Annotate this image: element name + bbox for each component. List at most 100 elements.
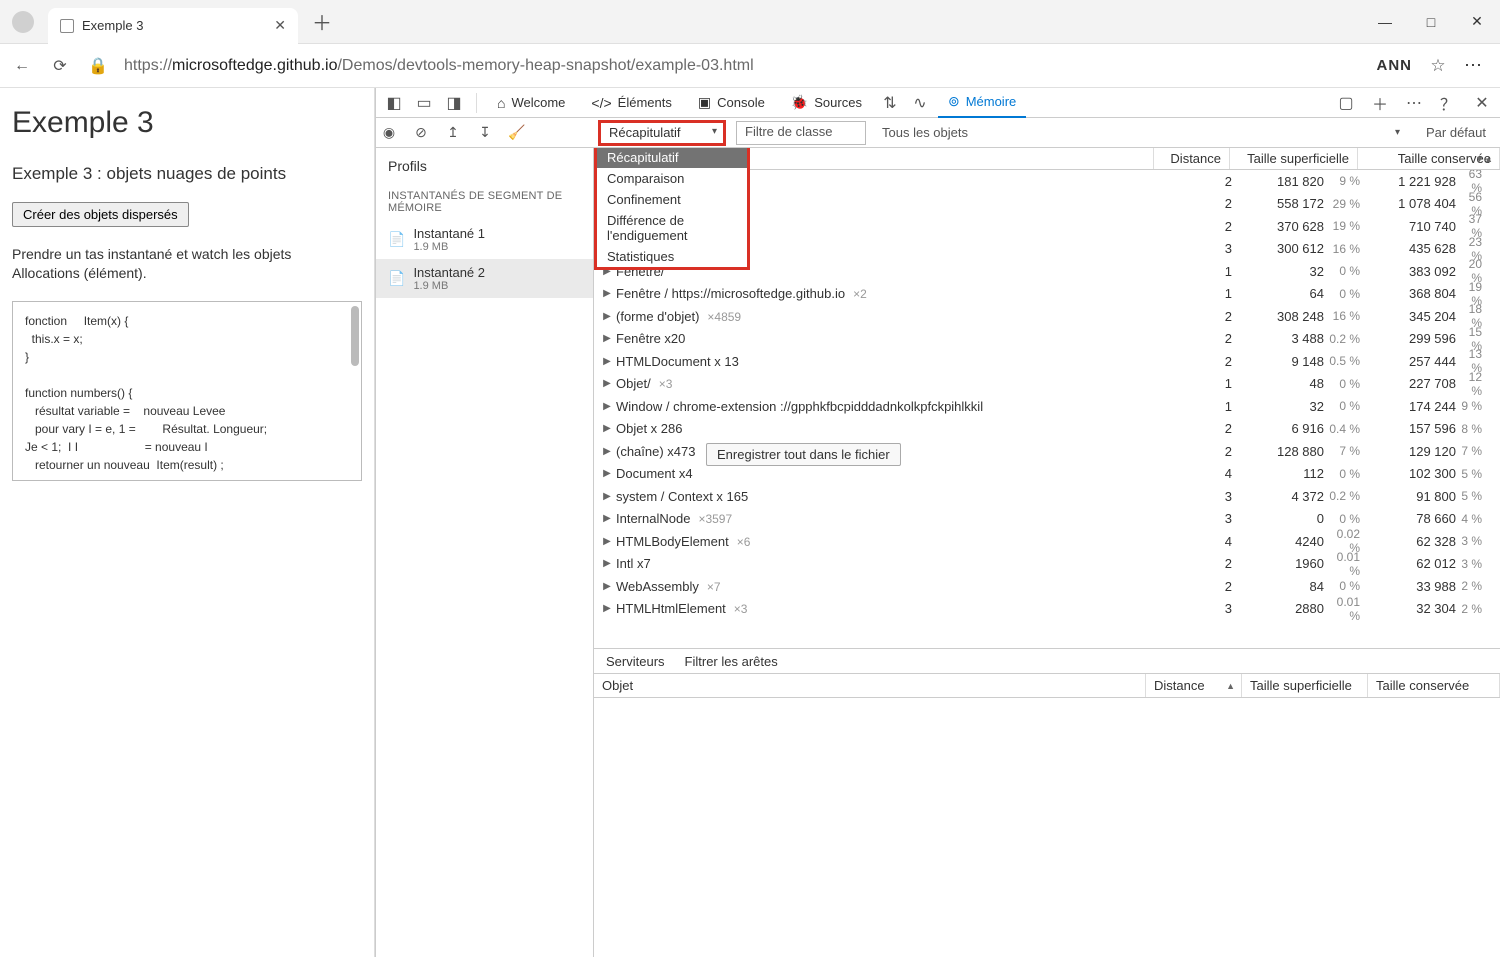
devtools-panel: ◧ ▭ ◨ ⌂Welcome </>Éléments ▣Console 🐞Sou…: [375, 88, 1500, 957]
table-row[interactable]: ▶system / Context x 16534 3720.2 %91 800…: [594, 485, 1500, 508]
col-ret-shallow[interactable]: Taille superficielle: [1242, 674, 1368, 697]
retainers-body: [594, 698, 1500, 957]
table-row[interactable]: ▶Intl x7219600.01 %62 0123 %: [594, 553, 1500, 576]
col-shallow-size[interactable]: Taille superficielle: [1230, 148, 1358, 169]
network-icon[interactable]: ⇅: [878, 91, 902, 115]
expand-icon[interactable]: ▶: [600, 536, 614, 547]
dropdown-option[interactable]: Récapitulatif: [597, 148, 747, 168]
heap-grid: RécapitulatifComparaisonConfinementDiffé…: [594, 148, 1500, 957]
tab-console[interactable]: ▣Console: [688, 88, 775, 118]
add-panel-icon[interactable]: ＋: [1368, 91, 1392, 115]
profiles-sidebar: Profils INSTANTANÉS DE SEGMENT DE MÉMOIR…: [376, 148, 594, 957]
drawer-icon[interactable]: ▢: [1334, 91, 1358, 115]
tab-sources[interactable]: 🐞Sources: [781, 88, 872, 118]
url-field[interactable]: https://microsoftedge.github.io/Demos/de…: [124, 57, 1363, 75]
sort-icon: ▼▲: [1475, 154, 1493, 164]
retainers-tab[interactable]: Serviteurs: [606, 654, 665, 669]
maximize-button[interactable]: □: [1408, 0, 1454, 44]
browser-tab[interactable]: Exemple 3 ✕: [48, 8, 298, 44]
objects-filter-select[interactable]: Tous les objets: [872, 125, 1420, 140]
dropdown-option[interactable]: Différence de l'endiguement: [597, 210, 747, 246]
window-titlebar: Exemple 3 ✕ ＋ — □ ✕: [0, 0, 1500, 44]
clear-icon[interactable]: ⊘: [408, 124, 434, 141]
expand-icon[interactable]: ▶: [600, 558, 614, 569]
expand-icon[interactable]: ▶: [600, 468, 614, 479]
expand-icon[interactable]: ▶: [600, 581, 614, 592]
col-distance[interactable]: Distance: [1154, 148, 1230, 169]
dropdown-option[interactable]: Confinement: [597, 189, 747, 210]
inspect-icon[interactable]: ◧: [382, 91, 406, 115]
default-label[interactable]: Par défaut: [1426, 125, 1500, 140]
expand-icon[interactable]: ▶: [600, 333, 614, 344]
view-dropdown[interactable]: RécapitulatifComparaisonConfinementDiffé…: [594, 148, 750, 270]
expand-icon[interactable]: ▶: [600, 356, 614, 367]
table-row[interactable]: ▶Fenêtre / https://microsoftedge.github.…: [594, 283, 1500, 306]
profile-name[interactable]: ANN: [1377, 57, 1413, 74]
snapshot-icon: 📄: [388, 231, 405, 248]
lock-icon[interactable]: 🔒: [86, 54, 110, 78]
dropdown-option[interactable]: Comparaison: [597, 168, 747, 189]
refresh-button[interactable]: ⟳: [48, 54, 72, 78]
close-tab-icon[interactable]: ✕: [274, 17, 286, 34]
console-icon: ▣: [698, 94, 711, 111]
more-menu-icon[interactable]: ⋯: [1464, 55, 1484, 76]
minimize-button[interactable]: —: [1362, 0, 1408, 44]
expand-icon[interactable]: ▶: [600, 491, 614, 502]
col-retained-size[interactable]: Taille conservée▼▲: [1358, 148, 1500, 169]
upload-icon[interactable]: ↥: [440, 124, 466, 141]
new-tab-button[interactable]: ＋: [306, 7, 338, 36]
expand-icon[interactable]: ▶: [600, 311, 614, 322]
expand-icon[interactable]: ▶: [600, 288, 614, 299]
page-icon: [60, 19, 74, 33]
expand-icon[interactable]: ▶: [600, 423, 614, 434]
page-description: Prendre un tas instantané et watch les o…: [12, 245, 362, 283]
back-button[interactable]: ←: [10, 54, 34, 78]
snapshot-icon: 📄: [388, 270, 405, 287]
close-devtools-icon[interactable]: ✕: [1470, 91, 1494, 115]
device-icon[interactable]: ▭: [412, 91, 436, 115]
col-ret-distance[interactable]: Distance▲: [1146, 674, 1242, 697]
col-object[interactable]: Objet: [594, 674, 1146, 697]
close-window-button[interactable]: ✕: [1454, 0, 1500, 44]
table-row[interactable]: ▶HTMLDocument x 1329 1480.5 %257 44413 %: [594, 350, 1500, 373]
dropdown-option[interactable]: Statistiques: [597, 246, 747, 267]
snapshot-item[interactable]: 📄Instantané 11.9 MB: [376, 220, 593, 259]
expand-icon[interactable]: ▶: [600, 603, 614, 614]
expand-icon[interactable]: ▶: [600, 513, 614, 524]
class-filter-input[interactable]: Filtre de classe: [736, 121, 866, 145]
table-row[interactable]: ▶Objet/×31480 %227 70812 %: [594, 373, 1500, 396]
record-icon[interactable]: ◉: [376, 124, 402, 141]
heap-snapshots-heading: INSTANTANÉS DE SEGMENT DE MÉMOIRE: [376, 184, 593, 220]
page-title: Exemple 3: [12, 106, 362, 140]
code-icon: </>: [591, 95, 611, 111]
expand-icon[interactable]: ▶: [600, 378, 614, 389]
expand-icon[interactable]: ▶: [600, 446, 614, 457]
table-row[interactable]: ▶Fenêtre x2023 4880.2 %299 59615 %: [594, 328, 1500, 351]
table-row[interactable]: ▶Window / chrome-extension ://gpphkfbcpi…: [594, 395, 1500, 418]
snapshot-item[interactable]: 📄Instantané 21.9 MB: [376, 259, 593, 298]
profile-avatar-icon[interactable]: [12, 11, 34, 33]
create-objects-button[interactable]: Créer des objets dispersés: [12, 202, 189, 227]
performance-icon[interactable]: ∿: [908, 91, 932, 115]
table-row[interactable]: ▶Objet x 28626 9160.4 %157 5968 %: [594, 418, 1500, 441]
devtools-more-icon[interactable]: ⋯: [1402, 91, 1426, 115]
view-select[interactable]: Récapitulatif: [598, 120, 726, 146]
code-block[interactable]: fonction Item(x) { this.x = x; } functio…: [12, 301, 362, 481]
retainers-grid-header: Objet Distance▲ Taille superficielle Tai…: [594, 674, 1500, 698]
tab-memory[interactable]: ⊚Mémoire: [938, 88, 1026, 118]
filter-edges-label[interactable]: Filtrer les arêtes: [685, 654, 778, 669]
memory-icon: ⊚: [948, 93, 960, 110]
gc-icon[interactable]: 🧹: [504, 124, 530, 141]
help-icon[interactable]: ？: [1436, 91, 1460, 115]
expand-icon[interactable]: ▶: [600, 401, 614, 412]
dock-icon[interactable]: ◨: [442, 91, 466, 115]
scrollbar[interactable]: [351, 306, 359, 366]
favorite-icon[interactable]: ☆: [1426, 54, 1450, 78]
table-row[interactable]: ▶HTMLHtmlElement×3328800.01 %32 3042 %: [594, 598, 1500, 621]
download-icon[interactable]: ↧: [472, 124, 498, 141]
tab-elements[interactable]: </>Éléments: [581, 88, 681, 118]
col-ret-retained[interactable]: Taille conservée: [1368, 674, 1500, 697]
address-bar: ← ⟳ 🔒 https://microsoftedge.github.io/De…: [0, 44, 1500, 88]
tab-welcome[interactable]: ⌂Welcome: [487, 88, 575, 118]
table-row[interactable]: ▶(forme d'objet)×48592308 24816 %345 204…: [594, 305, 1500, 328]
